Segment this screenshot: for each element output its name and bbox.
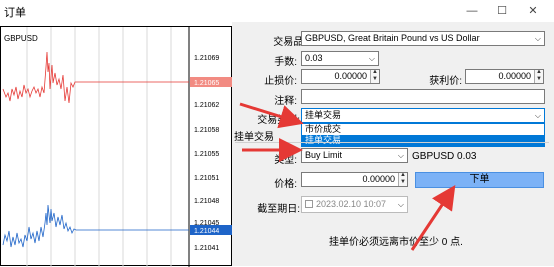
takeprofit-spinner[interactable]: ▲ ▼ <box>534 70 543 83</box>
takeprofit-label: 获利价: <box>429 76 462 87</box>
pending-type-value: Buy Limit <box>305 150 343 160</box>
type-label: 交易类型: <box>257 115 300 126</box>
bid-tick-line <box>2 204 189 248</box>
symbol-select[interactable]: GBPUSD, Great Britain Pound vs US Dollar… <box>301 31 545 46</box>
title-bar: 订单 — ☐ ✕ <box>0 0 554 22</box>
price-label: 1.21058 <box>194 127 219 134</box>
volume-label: 手数: <box>274 57 297 68</box>
minimize-icon[interactable]: — <box>464 3 480 19</box>
expiry-checkbox[interactable] <box>305 200 313 208</box>
group-divider <box>235 142 549 143</box>
expiry-label: 截至期日: <box>257 204 300 215</box>
price-label: 价格: <box>274 179 297 190</box>
volume-value: 0.03 <box>305 53 323 63</box>
pending-group-label: 挂单交易 <box>234 132 274 143</box>
stoploss-label: 止损价: <box>264 76 297 87</box>
stoploss-spinner[interactable]: ▲ ▼ <box>370 70 379 83</box>
stoploss-value: 0.00000 <box>334 71 367 81</box>
stoploss-input[interactable]: 0.00000 ▲ ▼ <box>301 69 380 84</box>
maximize-icon[interactable]: ☐ <box>494 3 510 19</box>
ask-tick-line <box>2 51 189 104</box>
bid-price-tag-label: 1.21044 <box>194 228 219 235</box>
ask-price-tag-label: 1.21065 <box>194 80 219 87</box>
symbol-value: GBPUSD, Great Britain Pound vs US Dollar <box>305 33 480 43</box>
chart-symbol: GBPUSD <box>4 34 38 43</box>
comment-label: 注释: <box>274 96 297 107</box>
takeprofit-input[interactable]: 0.00000 ▲ ▼ <box>465 69 544 84</box>
chevron-down-icon: ⌵ <box>534 111 541 120</box>
order-type-value: 挂单交易 <box>305 110 342 120</box>
price-label: 1.21041 <box>194 245 219 252</box>
price-label: 1.21055 <box>194 151 219 158</box>
price-spinner[interactable]: ▲ ▼ <box>398 173 407 186</box>
tick-chart: GBPUSD 1.21069 1.21062 1.21058 1.21055 1… <box>0 26 232 267</box>
place-order-button[interactable]: 下单 <box>415 172 544 188</box>
close-icon[interactable]: ✕ <box>525 3 541 19</box>
price-input[interactable]: 0.00000 ▲ ▼ <box>301 172 408 187</box>
tick-chart-svg: GBPUSD 1.21069 1.21062 1.21058 1.21055 1… <box>2 27 232 267</box>
order-type-option[interactable]: 市价成交 <box>302 124 544 135</box>
expiry-value: 2023.02.10 10:07 <box>316 199 387 209</box>
pending-type-label: 类型: <box>274 155 297 166</box>
price-label: 1.21069 <box>194 55 219 62</box>
order-type-option-selected[interactable]: 挂单交易 <box>302 135 544 146</box>
order-type-select[interactable]: 挂单交易 ⌵ <box>301 108 545 123</box>
takeprofit-value: 0.00000 <box>498 71 531 81</box>
order-form: 交易品种: GBPUSD, Great Britain Pound vs US … <box>232 22 554 266</box>
window-title: 订单 <box>4 7 26 19</box>
price-value: 0.00000 <box>362 174 395 184</box>
chevron-down-icon: ⌵ <box>368 54 375 63</box>
expiry-datetime[interactable]: 2023.02.10 10:07 ⌵ <box>301 196 408 213</box>
comment-input[interactable] <box>301 89 545 104</box>
price-label: 1.21048 <box>194 198 219 205</box>
chevron-down-icon: ⌵ <box>397 200 404 209</box>
order-type-dropdown: 市价成交 挂单交易 <box>301 123 545 147</box>
pending-note: 挂单价必须远离市价至少 0 点. <box>329 237 463 248</box>
volume-combobox[interactable]: 0.03 ⌵ <box>301 51 379 66</box>
chevron-down-icon: ⌵ <box>534 34 541 43</box>
price-label: 1.21062 <box>194 102 219 109</box>
price-label: 1.21051 <box>194 175 219 182</box>
pending-type-select[interactable]: Buy Limit ⌵ <box>301 148 408 163</box>
pending-symbol-info: GBPUSD 0.03 <box>412 151 477 162</box>
chevron-down-icon: ⌵ <box>397 151 404 160</box>
